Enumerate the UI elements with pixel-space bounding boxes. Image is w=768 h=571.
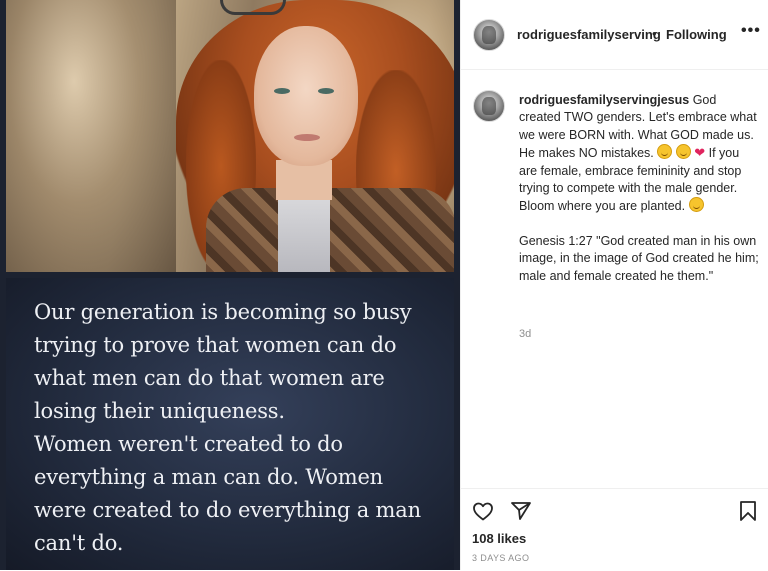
left-eye (274, 88, 290, 94)
smile-emoji-icon (657, 144, 673, 160)
more-options-icon[interactable]: ••• (741, 22, 761, 40)
quote-image: Our generation is becoming so busy tryin… (6, 278, 454, 570)
quote-line: Our generation is becoming so busy (34, 300, 412, 324)
face (254, 26, 358, 166)
grin-emoji-icon (675, 144, 691, 160)
post-header: rodriguesfamilyserving • Following ••• (461, 0, 768, 70)
coat (206, 188, 454, 272)
paper-plane-icon[interactable] (509, 499, 533, 523)
quote-line: everything a man can do. Women (34, 465, 383, 489)
author-username[interactable]: rodriguesfamilyserving (517, 27, 661, 42)
separator-dot: • (652, 26, 657, 41)
shirt (278, 196, 330, 272)
quote-text: Our generation is becoming so busy tryin… (34, 296, 444, 560)
caption: rodriguesfamilyservingjesus God created … (519, 92, 759, 285)
neck (276, 160, 332, 200)
bookmark-icon[interactable] (736, 499, 760, 523)
wink-emoji-icon (688, 197, 704, 213)
following-button[interactable]: Following (666, 27, 727, 42)
caption-avatar[interactable] (473, 90, 505, 122)
quote-line: can't do. (34, 531, 124, 555)
photo-background-left (6, 0, 176, 272)
post-date[interactable]: 3 DAYS AGO (472, 553, 529, 563)
quote-line: Women weren't created to do (34, 432, 343, 456)
caption-verse: Genesis 1:27 "God created man in his own… (519, 233, 759, 283)
right-eye (318, 88, 334, 94)
caption-timestamp[interactable]: 3d (519, 328, 531, 340)
post-actions: 108 likes 3 DAYS AGO (461, 488, 768, 571)
heart-outline-icon[interactable] (471, 499, 495, 523)
heart-emoji-icon: ❤ (694, 145, 706, 161)
quote-line: losing their uniqueness. (34, 399, 285, 423)
likes-count[interactable]: 108 likes (472, 531, 526, 546)
caption-username[interactable]: rodriguesfamilyservingjesus (519, 93, 689, 107)
post-photo (6, 0, 454, 272)
quote-line: were created to do everything a man (34, 498, 421, 522)
comments-area: rodriguesfamilyservingjesus God created … (461, 70, 768, 488)
quote-line: what men can do that women are (34, 366, 385, 390)
author-avatar[interactable] (473, 19, 505, 51)
quote-line: trying to prove that women can do (34, 333, 397, 357)
lips (294, 134, 320, 141)
post-media[interactable]: Our generation is becoming so busy tryin… (0, 0, 460, 570)
sunglasses (220, 0, 286, 15)
post-sidebar: rodriguesfamilyserving • Following ••• r… (461, 0, 768, 570)
